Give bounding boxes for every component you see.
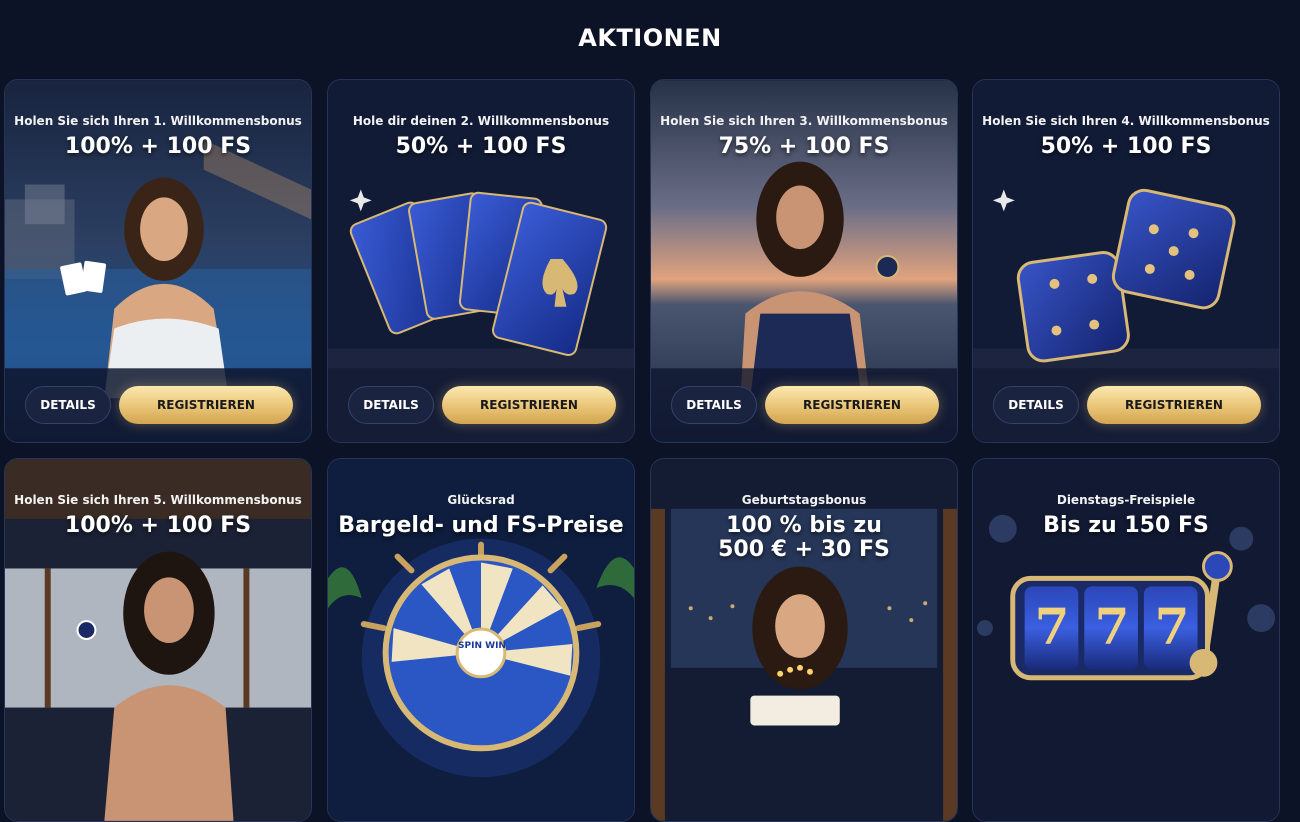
card-headline: 50% + 100 FS — [395, 134, 567, 159]
card-headline: 100% + 100 FS — [64, 513, 252, 538]
details-button[interactable]: DETAILS — [671, 386, 757, 424]
promo-card-welcome-5[interactable]: Holen Sie sich Ihren 5. Willkommensbonus… — [4, 458, 312, 822]
promo-card-welcome-4[interactable]: Holen Sie sich Ihren 4. Willkommensbonus… — [972, 79, 1280, 443]
register-button[interactable]: REGISTRIEREN — [765, 386, 939, 424]
card-headline: 50% + 100 FS — [1040, 134, 1212, 159]
card-subtitle: Holen Sie sich Ihren 3. Willkommensbonus — [660, 114, 948, 128]
promo-card-welcome-2[interactable]: Hole dir deinen 2. Willkommensbonus 50% … — [327, 79, 635, 443]
reel-symbol-3: 7 — [1154, 597, 1190, 656]
promo-card-tuesday-freespins[interactable]: 7 7 7 Dienstags-Freispiele Bis zu 150 FS — [972, 458, 1280, 822]
card-headline: Bis zu 150 FS — [1043, 513, 1209, 538]
details-button[interactable]: DETAILS — [993, 386, 1079, 424]
card-headline: Bargeld- und FS-Preise — [338, 513, 624, 538]
details-button[interactable]: DETAILS — [348, 386, 434, 424]
details-button[interactable]: DETAILS — [25, 386, 111, 424]
card-headline: 75% + 100 FS — [718, 134, 890, 159]
promo-card-welcome-1[interactable]: Holen Sie sich Ihren 1. Willkommensbonus… — [4, 79, 312, 443]
card-subtitle: Holen Sie sich Ihren 5. Willkommensbonus — [14, 493, 302, 507]
promo-card-welcome-3[interactable]: Holen Sie sich Ihren 3. Willkommensbonus… — [650, 79, 958, 443]
spin-win-label: SPIN WIN — [458, 641, 506, 651]
register-button[interactable]: REGISTRIEREN — [442, 386, 616, 424]
promo-card-wheel-of-fortune[interactable]: SPIN WIN Glücksrad Bargeld- und FS-Preis… — [327, 458, 635, 822]
card-subtitle: Holen Sie sich Ihren 1. Willkommensbonus — [14, 114, 302, 128]
card-subtitle: Hole dir deinen 2. Willkommensbonus — [352, 114, 610, 128]
card-subtitle: Geburtstagsbonus — [741, 493, 867, 507]
card-subtitle: Glücksrad — [447, 493, 515, 507]
register-button[interactable]: REGISTRIEREN — [119, 386, 293, 424]
promo-card-birthday[interactable]: Geburtstagsbonus 100 % bis zu 500 € + 30… — [650, 458, 958, 822]
card-headline: 100 % bis zu 500 € + 30 FS — [718, 513, 890, 562]
card-subtitle: Dienstags-Freispiele — [1056, 493, 1196, 507]
reel-symbol-1: 7 — [1034, 597, 1070, 656]
page-title: AKTIONEN — [578, 24, 722, 52]
reel-symbol-2: 7 — [1094, 597, 1130, 656]
register-button[interactable]: REGISTRIEREN — [1087, 386, 1261, 424]
card-headline: 100% + 100 FS — [64, 134, 252, 159]
card-subtitle: Holen Sie sich Ihren 4. Willkommensbonus — [982, 114, 1270, 128]
